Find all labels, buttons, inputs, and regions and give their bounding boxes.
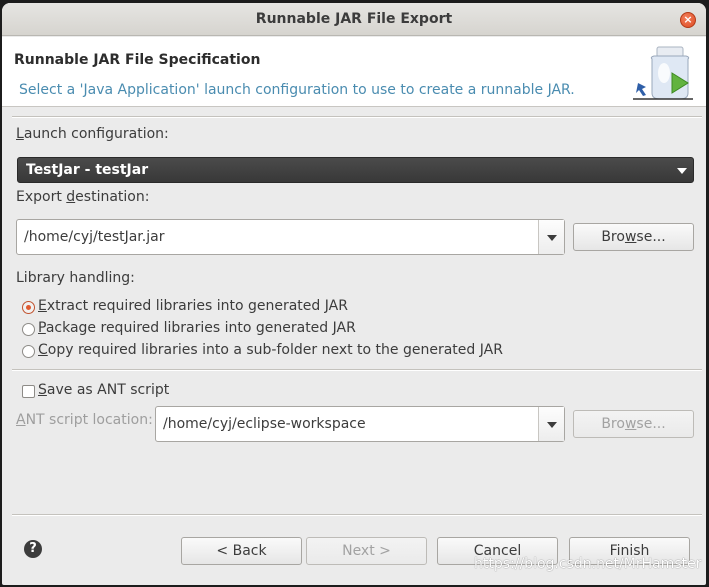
export-destination-combo[interactable]: /home/cyj/testJar.jar [16,219,565,255]
radio-package-libraries[interactable] [22,323,35,336]
back-button[interactable]: < Back [181,537,302,565]
dialog-title: Runnable JAR File Export [255,11,453,27]
chevron-down-icon [547,422,557,428]
radio-copy-libraries[interactable] [22,345,35,358]
ant-script-location-combo[interactable]: /home/cyj/eclipse-workspace [155,406,565,442]
radio-extract-label[interactable]: Extract required libraries into generate… [38,298,348,314]
ant-browse-button[interactable]: Browse... [573,410,694,438]
watermark-text: https://blog.csdn.net/MrHamster [474,556,702,572]
help-icon[interactable]: ? [24,540,42,558]
export-destination-dropdown[interactable] [538,220,564,254]
export-browse-button[interactable]: Browse... [573,223,694,251]
top-divider [12,116,702,118]
radio-copy-label[interactable]: Copy required libraries into a sub-folde… [38,342,503,358]
save-ant-script-label[interactable]: Save as ANT script [38,382,169,398]
next-button[interactable]: Next > [306,537,427,565]
launch-config-select[interactable]: TestJar - testJar [17,157,694,183]
export-destination-value: /home/cyj/testJar.jar [24,229,165,245]
export-destination-label: Export destination: [16,189,150,205]
launch-config-label: Launch configuration: [16,126,169,142]
radio-extract-libraries[interactable] [22,301,35,314]
radio-package-label[interactable]: Package required libraries into generate… [38,320,356,336]
launch-config-value: TestJar - testJar [26,162,149,178]
ant-script-location-value: /home/cyj/eclipse-workspace [163,416,366,432]
jar-export-wizard-icon [633,46,693,100]
chevron-down-icon [677,168,687,174]
save-ant-script-checkbox[interactable] [22,385,35,398]
ant-script-location-label: ANT script location: [16,412,153,428]
export-dialog: Runnable JAR File Export × Runnable JAR … [2,3,706,585]
close-button[interactable]: × [680,12,696,28]
library-handling-label: Library handling: [16,270,135,286]
title-bar: Runnable JAR File Export × [2,3,706,36]
header-title: Runnable JAR File Specification [14,52,261,68]
chevron-down-icon [547,235,557,241]
footer-divider [12,514,702,516]
ant-script-location-dropdown[interactable] [538,407,564,441]
wizard-header: Runnable JAR File Specification Select a… [2,37,706,107]
header-description: Select a 'Java Application' launch confi… [19,82,575,98]
middle-divider [12,369,702,371]
